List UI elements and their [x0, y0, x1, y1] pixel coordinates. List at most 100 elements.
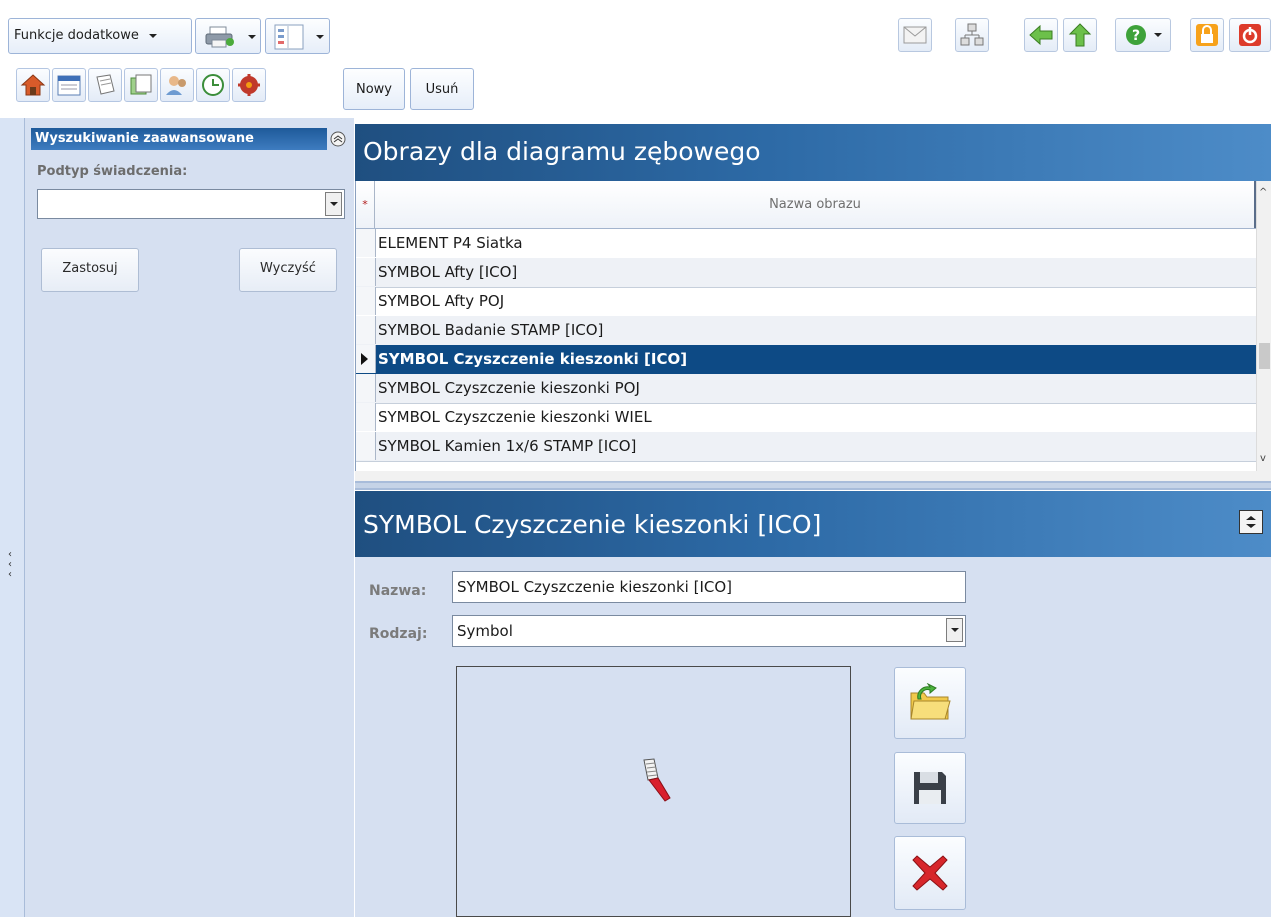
lock-button[interactable] — [1190, 18, 1224, 52]
open-file-button[interactable] — [894, 667, 966, 739]
home-icon — [20, 74, 46, 96]
layout-button[interactable] — [265, 18, 330, 54]
row-selector[interactable] — [356, 316, 376, 344]
schedule-button[interactable] — [196, 68, 230, 102]
row-selector[interactable] — [356, 432, 376, 460]
home-button[interactable] — [16, 68, 50, 102]
save-button[interactable] — [894, 752, 966, 824]
layout-chevron-icon — [316, 35, 324, 39]
list-title: Obrazy dla diagramu zębowego — [363, 137, 761, 166]
patients-button[interactable] — [160, 68, 194, 102]
documents-button[interactable] — [124, 68, 158, 102]
up-arrow-icon — [1068, 23, 1092, 47]
collapse-strip[interactable]: ‹ ‹ ‹ — [0, 118, 25, 917]
table-row[interactable]: SYMBOL Afty POJ — [356, 287, 1257, 317]
type-value: Symbol — [457, 622, 513, 640]
printer-icon — [205, 26, 234, 48]
name-value: SYMBOL Czyszczenie kieszonki [ICO] — [457, 578, 733, 596]
mail-button[interactable] — [898, 18, 932, 52]
settings-button[interactable] — [232, 68, 266, 102]
power-button[interactable] — [1229, 18, 1271, 52]
help-chevron-icon — [1154, 33, 1162, 37]
collapse-arrows-icon: ‹ ‹ ‹ — [8, 549, 12, 580]
mail-icon — [903, 26, 927, 44]
collapse-section-button[interactable] — [327, 128, 349, 150]
splitter[interactable] — [355, 481, 1271, 490]
advanced-search-header: Wyszukiwanie zaawansowane — [31, 128, 327, 150]
apply-button[interactable]: Zastosuj — [41, 248, 139, 292]
power-icon — [1239, 24, 1261, 46]
new-button-label: Nowy — [355, 81, 392, 97]
scrollbar-thumb[interactable] — [1259, 343, 1270, 369]
images-grid: * Nazwa obrazu ELEMENT P4 Siatka SYMBOL A… — [355, 181, 1257, 471]
open-folder-icon — [910, 683, 951, 720]
scroll-down-icon[interactable]: v — [1260, 453, 1266, 464]
floppy-disk-icon — [914, 772, 946, 804]
patients-icon — [166, 76, 186, 95]
register-button[interactable] — [88, 68, 122, 102]
schedule-icon — [202, 74, 224, 96]
row-selector[interactable] — [356, 258, 376, 286]
table-row[interactable]: ELEMENT P4 Siatka — [356, 229, 1257, 259]
row-selector[interactable] — [356, 403, 376, 431]
type-select[interactable]: Symbol — [452, 615, 966, 647]
column-header-name[interactable]: Nazwa obrazu — [376, 181, 1256, 228]
row-selector[interactable] — [356, 374, 376, 402]
table-row[interactable]: SYMBOL Czyszczenie kieszonki WIEL — [356, 403, 1257, 433]
expand-collapse-button[interactable] — [1239, 510, 1263, 534]
delete-button-label: Usuń — [425, 81, 459, 97]
up-button[interactable] — [1063, 18, 1097, 52]
clear-button[interactable]: Wyczyść — [239, 248, 337, 292]
clear-button-label: Wyczyść — [260, 261, 316, 276]
table-row[interactable]: SYMBOL Kamien 1x/6 STAMP [ICO] — [356, 432, 1257, 462]
scroll-up-icon[interactable]: ^ — [1259, 187, 1267, 198]
name-input[interactable]: SYMBOL Czyszczenie kieszonki [ICO] — [452, 571, 966, 603]
table-row[interactable]: SYMBOL Czyszczenie kieszonki POJ — [356, 374, 1257, 404]
new-button[interactable]: Nowy — [343, 68, 405, 110]
advanced-search-panel: Wyszukiwanie zaawansowane Podtyp świadcz… — [25, 118, 354, 917]
subtype-select[interactable] — [37, 189, 345, 219]
help-button[interactable]: ? — [1115, 18, 1171, 52]
delete-x-icon — [912, 855, 948, 891]
list-header: Obrazy dla diagramu zębowego — [355, 124, 1271, 181]
grid-header: * Nazwa obrazu — [356, 181, 1257, 229]
extra-functions-button[interactable]: Funkcje dodatkowe — [8, 18, 192, 54]
row-selector[interactable] — [356, 229, 376, 257]
delete-button[interactable]: Usuń — [410, 68, 474, 110]
delete-image-button[interactable] — [894, 836, 966, 910]
list-scrollbar[interactable]: ^ v — [1256, 181, 1271, 471]
row-selector[interactable] — [356, 287, 376, 315]
advanced-search-title: Wyszukiwanie zaawansowane — [35, 131, 254, 146]
subtype-label: Podtyp świadczenia: — [37, 164, 188, 179]
row-pointer-icon[interactable] — [356, 345, 376, 373]
table-row[interactable]: SYMBOL Badanie STAMP [ICO] — [356, 316, 1257, 346]
horizontal-scrollbar[interactable] — [355, 471, 1271, 481]
dropdown-arrow-icon — [325, 192, 342, 216]
print-button[interactable] — [195, 18, 261, 54]
detail-title: SYMBOL Czyszczenie kieszonki [ICO] — [363, 510, 822, 539]
table-row[interactable]: SYMBOL Czyszczenie kieszonki [ICO] — [356, 345, 1257, 375]
row-name-cell: SYMBOL Czyszczenie kieszonki WIEL — [378, 408, 652, 426]
calendar-button[interactable] — [52, 68, 86, 102]
calendar-icon — [57, 75, 81, 96]
help-icon: ? — [1126, 25, 1146, 45]
back-button[interactable] — [1024, 18, 1058, 52]
layout-icon — [274, 24, 304, 50]
detail-header: SYMBOL Czyszczenie kieszonki [ICO] — [355, 491, 1271, 557]
apply-button-label: Zastosuj — [62, 261, 118, 276]
image-preview — [456, 666, 851, 917]
extra-functions-label: Funkcje dodatkowe — [14, 28, 139, 43]
chevron-down-icon — [148, 33, 157, 38]
row-name-cell: SYMBOL Czyszczenie kieszonki [ICO] — [378, 350, 688, 368]
row-name-cell: SYMBOL Badanie STAMP [ICO] — [378, 321, 604, 339]
row-name-cell: SYMBOL Kamien 1x/6 STAMP [ICO] — [378, 437, 637, 455]
toothbrush-icon — [643, 758, 671, 802]
documents-icon — [130, 74, 152, 95]
network-icon — [960, 23, 984, 46]
new-row-marker-icon: * — [356, 181, 375, 228]
table-row[interactable]: SYMBOL Afty [ICO] — [356, 258, 1257, 288]
settings-icon — [238, 74, 260, 96]
row-name-cell: ELEMENT P4 Siatka — [378, 234, 523, 252]
print-chevron-icon — [248, 35, 256, 39]
network-button[interactable] — [955, 18, 989, 52]
